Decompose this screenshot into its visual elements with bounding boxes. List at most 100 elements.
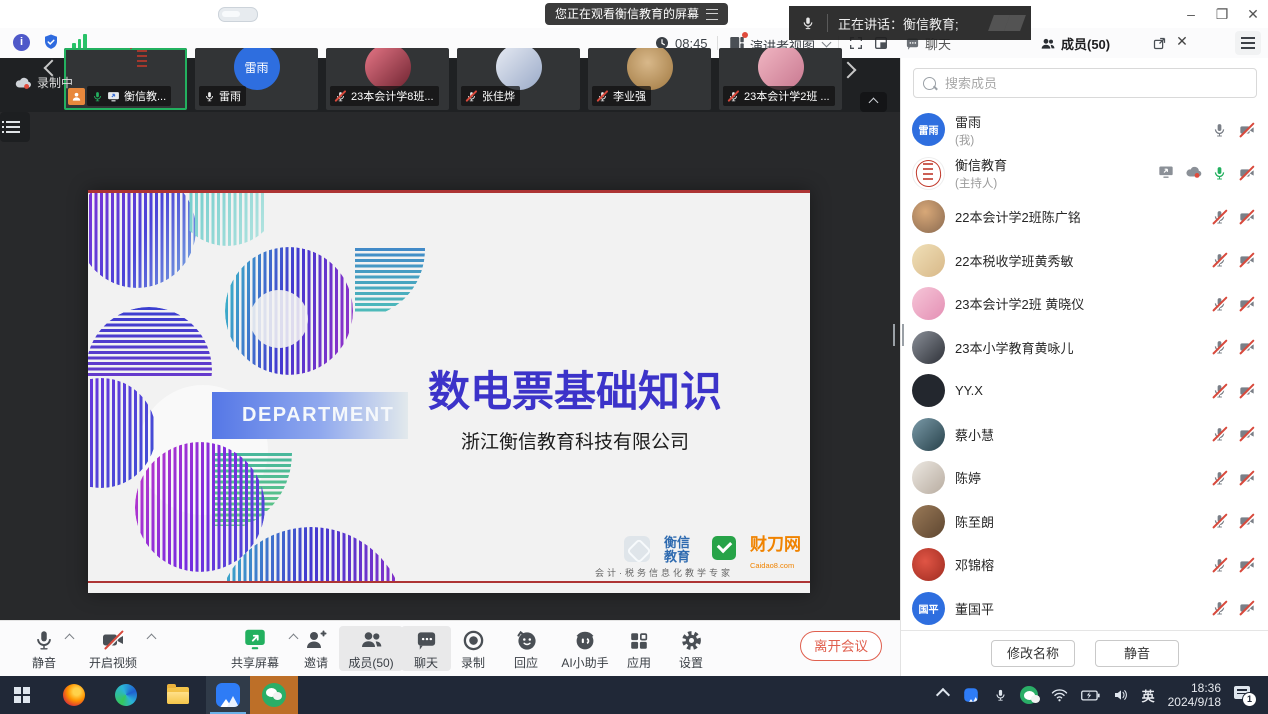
collapse-strip-button[interactable] — [860, 92, 887, 112]
mic-muted-icon[interactable] — [1212, 339, 1228, 355]
battery-icon[interactable] — [1081, 689, 1100, 702]
member-row[interactable]: 衡信教育(主持人) — [901, 152, 1268, 196]
minimize-button[interactable]: – — [1183, 6, 1199, 22]
network-signal-icon[interactable] — [72, 34, 87, 49]
member-row[interactable]: 22本会计学2班陈广铭 — [901, 195, 1268, 239]
video-thumbnail[interactable]: 张佳烨 — [457, 48, 580, 110]
next-thumbnails-icon[interactable] — [840, 62, 857, 79]
avatar — [912, 331, 945, 364]
member-name: YY.X — [955, 383, 983, 398]
taskbar-clock[interactable]: 18:36 2024/9/18 — [1168, 681, 1221, 709]
member-row[interactable]: 国平 董国平 — [901, 587, 1268, 631]
search-input[interactable] — [943, 75, 1247, 92]
close-panel-icon[interactable]: ✕ — [1174, 33, 1190, 49]
camera-muted-icon[interactable] — [1239, 470, 1255, 486]
tray-meeting-icon[interactable] — [964, 688, 978, 702]
share-screen-button[interactable]: 共享屏幕 — [224, 626, 286, 671]
ai-assistant-button[interactable]: AI小助手 — [556, 626, 614, 671]
camera-muted-icon[interactable] — [1239, 165, 1255, 181]
input-language-indicator[interactable]: 英 — [1142, 686, 1155, 705]
camera-muted-icon[interactable] — [1239, 557, 1255, 573]
divider — [827, 14, 828, 32]
camera-button[interactable]: 开启视频 — [82, 626, 144, 671]
tab-members[interactable]: 成员(50) — [1040, 34, 1110, 53]
invite-button[interactable]: 邀请 — [296, 626, 336, 671]
mic-muted-icon[interactable] — [1212, 426, 1228, 442]
mic-muted-icon[interactable] — [1212, 209, 1228, 225]
members-button[interactable]: 成员(50) — [339, 626, 403, 671]
wifi-icon[interactable] — [1051, 688, 1068, 702]
camera-muted-icon[interactable] — [1239, 122, 1255, 138]
security-shield-icon[interactable] — [42, 33, 60, 51]
member-row[interactable]: YY.X — [901, 369, 1268, 413]
taskbar-edge[interactable] — [104, 676, 148, 714]
restore-button[interactable]: ❐ — [1214, 6, 1230, 22]
member-row[interactable]: 陈至朗 — [901, 500, 1268, 544]
video-thumbnail[interactable]: 李业强 — [588, 48, 711, 110]
tray-wechat-icon[interactable] — [1020, 686, 1038, 704]
member-row[interactable]: 蔡小慧 — [901, 413, 1268, 457]
recording-badge: 录制中 — [14, 74, 73, 91]
start-button[interactable] — [0, 676, 44, 714]
taskbar-wechat[interactable] — [250, 676, 298, 714]
mic-speaking-icon[interactable] — [1212, 165, 1228, 181]
member-sub: (我) — [955, 132, 981, 148]
hamburger-menu-icon[interactable] — [1235, 31, 1261, 55]
mic-muted-icon[interactable] — [1212, 600, 1228, 616]
camera-muted-icon[interactable] — [1239, 296, 1255, 312]
camera-muted-icon[interactable] — [1239, 600, 1255, 616]
member-search-box[interactable] — [913, 68, 1257, 98]
member-row[interactable]: 陈婷 — [901, 456, 1268, 500]
mic-options-chevron[interactable] — [65, 634, 75, 644]
leave-meeting-button[interactable]: 离开会议 — [800, 631, 882, 661]
record-button[interactable]: 录制 — [453, 626, 493, 671]
member-row[interactable]: 雷雨 雷雨(我) — [901, 108, 1268, 152]
tray-expand-icon[interactable] — [936, 688, 950, 702]
mic-muted-icon[interactable] — [1212, 557, 1228, 573]
camera-muted-icon[interactable] — [1239, 383, 1255, 399]
video-thumbnail[interactable]: 衡信教... — [64, 48, 187, 110]
panel-resize-handle[interactable] — [893, 324, 904, 346]
apps-button[interactable]: 应用 — [619, 626, 659, 671]
info-icon[interactable]: i — [13, 34, 30, 51]
video-thumbnail[interactable]: 23本会计学2班 ... — [719, 48, 842, 110]
close-button[interactable]: ✕ — [1245, 6, 1261, 22]
camera-muted-icon[interactable] — [1239, 252, 1255, 268]
mic-muted-icon[interactable] — [1212, 383, 1228, 399]
taskbar-meeting-app[interactable] — [206, 676, 250, 714]
video-thumbnail[interactable]: 23本会计学8班... — [326, 48, 449, 110]
camera-muted-icon[interactable] — [1239, 426, 1255, 442]
rename-button[interactable]: 修改名称 — [991, 640, 1075, 667]
popout-panel-icon[interactable] — [1152, 36, 1167, 51]
member-row[interactable]: 邓锦榕 — [901, 543, 1268, 587]
camera-muted-icon[interactable] — [1239, 209, 1255, 225]
mute-button[interactable]: 静音 — [22, 626, 66, 671]
mic-muted-icon[interactable] — [1212, 513, 1228, 529]
settings-button[interactable]: 设置 — [669, 626, 713, 671]
taskbar-firefox[interactable] — [52, 676, 96, 714]
video-thumbnail[interactable]: 雷雨 雷雨 — [195, 48, 318, 110]
member-row[interactable]: 23本小学教育黄咏儿 — [901, 326, 1268, 370]
recording-badge-label: 录制中 — [37, 74, 73, 91]
avatar — [912, 287, 945, 320]
mic-on-icon[interactable] — [1212, 122, 1228, 138]
speaker-icon[interactable] — [1113, 688, 1129, 702]
camera-label: 开启视频 — [82, 654, 144, 671]
member-row[interactable]: 23本会计学2班 黄晓仪 — [901, 282, 1268, 326]
camera-muted-icon[interactable] — [1239, 513, 1255, 529]
taskbar-explorer[interactable] — [156, 676, 200, 714]
mic-muted-icon[interactable] — [1212, 252, 1228, 268]
mute-member-button[interactable]: 静音 — [1095, 640, 1179, 667]
search-icon — [923, 77, 936, 90]
chat-button[interactable]: 聊天 — [401, 626, 451, 671]
mic-muted-icon[interactable] — [1212, 296, 1228, 312]
floating-list-button[interactable] — [0, 112, 30, 142]
tray-mic-icon[interactable] — [994, 687, 1007, 703]
action-center-icon[interactable]: 1 — [1234, 686, 1254, 704]
camera-options-chevron[interactable] — [147, 634, 157, 644]
thumbnail-name: 23本会计学2班 ... — [744, 88, 830, 104]
mic-muted-icon[interactable] — [1212, 470, 1228, 486]
member-row[interactable]: 22本税收学班黄秀敏 — [901, 239, 1268, 283]
camera-muted-icon[interactable] — [1239, 339, 1255, 355]
reactions-button[interactable]: 回应 — [504, 626, 548, 671]
